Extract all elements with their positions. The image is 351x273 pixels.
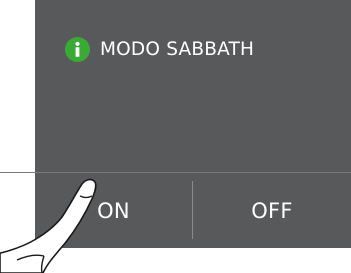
dialog-title: MODO SABBATH [100, 38, 255, 60]
sabbath-dialog: MODO SABBATH ON OFF [0, 0, 351, 248]
off-button[interactable]: OFF [193, 173, 351, 249]
button-bar: ON OFF [0, 172, 351, 249]
on-button[interactable]: ON [35, 173, 192, 249]
info-icon [65, 36, 90, 62]
dialog-header: MODO SABBATH [65, 34, 254, 64]
